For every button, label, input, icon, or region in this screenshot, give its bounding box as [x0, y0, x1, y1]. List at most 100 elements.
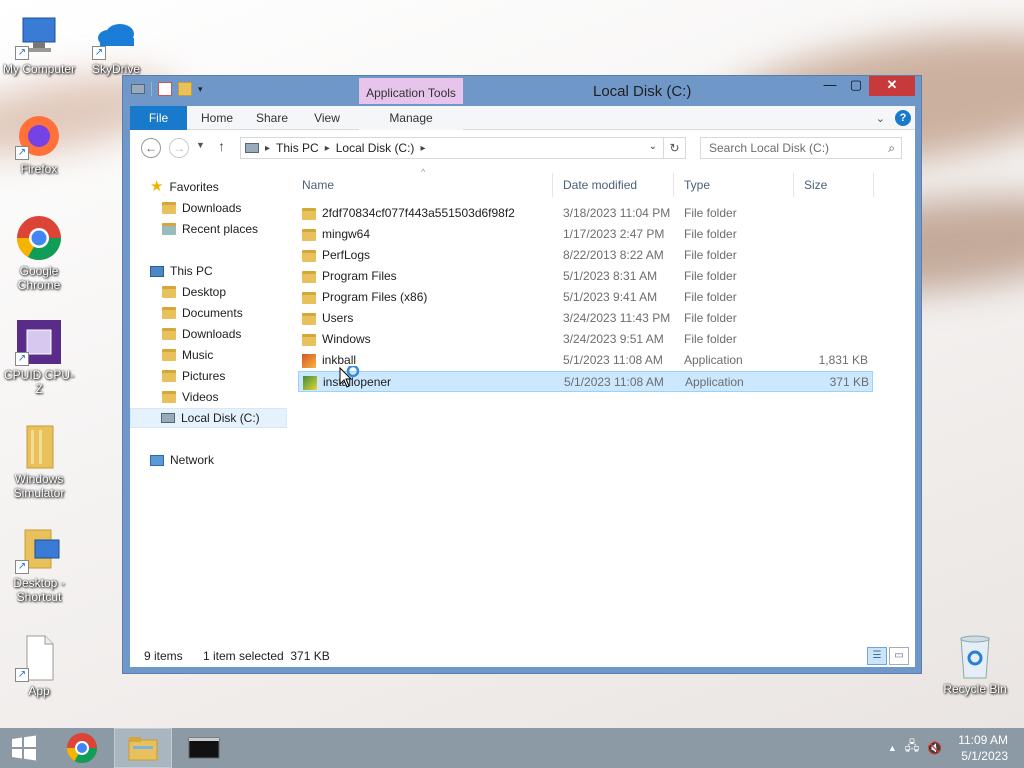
nav-desktop[interactable]: Desktop — [162, 282, 226, 302]
desktop-icon-firefox[interactable]: ↗ Firefox — [1, 112, 77, 176]
search-icon[interactable]: ⌕ — [888, 138, 895, 158]
file-type: File folder — [684, 311, 737, 325]
tab-share[interactable]: Share — [248, 106, 296, 130]
title-bar[interactable]: ▾ Application Tools Local Disk (C:) — ▢ … — [123, 76, 921, 106]
videos-folder-icon — [162, 391, 176, 403]
desktop-icon-label: CPUID CPU-Z — [3, 368, 74, 396]
item-count: 9 items — [144, 649, 183, 663]
desktop-icon-app[interactable]: ↗ App — [1, 634, 77, 698]
tab-home[interactable]: Home — [194, 106, 240, 130]
nav-documents[interactable]: Documents — [162, 303, 243, 323]
drive-icon — [245, 143, 259, 153]
recent-places-icon — [162, 223, 176, 235]
file-row[interactable]: Program Files (x86) 5/1/2023 9:41 AM File … — [298, 287, 873, 308]
file-row[interactable]: 2fdf70834cf077f443a551503d6f98f2 3/18/202… — [298, 203, 873, 224]
nav-fav-downloads[interactable]: Downloads — [162, 198, 241, 218]
taskbar-file-explorer[interactable] — [114, 728, 172, 768]
file-name-cell: Windows — [302, 329, 371, 350]
column-header-type[interactable]: Type — [684, 173, 710, 197]
desktop-icon-my-computer[interactable]: ↗ My Computer — [1, 12, 77, 76]
folder-icon: ↗ — [15, 526, 63, 574]
back-button[interactable]: ← — [141, 138, 161, 158]
recycle-bin-icon — [951, 632, 999, 680]
taskbar-terminal[interactable] — [175, 728, 233, 768]
folder-icon — [302, 291, 316, 304]
refresh-button[interactable]: ↻ — [664, 137, 686, 159]
desktop-icon-desktop-shortcut[interactable]: ↗ Desktop - Shortcut — [1, 526, 77, 604]
forward-button[interactable]: → — [169, 138, 189, 158]
nav-pictures[interactable]: Pictures — [162, 366, 225, 386]
address-bar[interactable]: ▸ This PC ▸ Local Disk (C:) ▸ ⌄ — [240, 137, 664, 159]
address-dropdown-icon[interactable]: ⌄ — [649, 141, 657, 152]
file-row[interactable]: installopener 5/1/2023 11:08 AM Applicatio… — [298, 371, 873, 392]
breadcrumb-this-pc[interactable]: This PC — [276, 141, 319, 155]
file-name: mingw64 — [322, 227, 371, 241]
search-input[interactable]: Search Local Disk (C:) ⌕ — [700, 137, 902, 159]
file-row[interactable]: Program Files 5/1/2023 8:31 AM File folder — [298, 266, 873, 287]
nav-local-disk[interactable]: Local Disk (C:) — [130, 408, 287, 428]
nav-this-pc[interactable]: This PC — [150, 261, 213, 281]
file-name: Users — [322, 311, 354, 325]
recent-locations-chevron-icon[interactable]: ▼ — [196, 140, 205, 150]
tab-view[interactable]: View — [306, 106, 348, 130]
desktop-icon-recycle-bin[interactable]: Recycle Bin — [937, 632, 1013, 696]
nav-label: Downloads — [182, 201, 242, 215]
column-header-date[interactable]: Date modified — [563, 173, 637, 197]
desktop-icon-label: App — [28, 684, 50, 698]
desktop-icon-label: Windows Simulator — [13, 472, 65, 500]
up-button[interactable]: ↑ — [218, 138, 225, 154]
file-date: 3/18/2023 11:04 PM — [563, 206, 671, 220]
firefox-icon: ↗ — [15, 112, 63, 160]
desktop-icon-cpuz[interactable]: ↗ CPUID CPU-Z — [1, 318, 77, 396]
large-icons-view-button[interactable]: ▭ — [889, 647, 909, 665]
nav-music[interactable]: Music — [162, 345, 213, 365]
file-row[interactable]: inkball 5/1/2023 11:08 AM Application 1,831… — [298, 350, 873, 371]
nav-label: Music — [182, 348, 214, 362]
maximize-button[interactable]: ▢ — [843, 76, 869, 96]
file-name: 2fdf70834cf077f443a551503d6f98f2 — [322, 206, 515, 220]
desktop-icon-chrome[interactable]: Google Chrome — [1, 214, 77, 292]
minimize-button[interactable]: — — [817, 76, 843, 96]
file-row[interactable]: PerfLogs 8/22/2013 8:22 AM File folder — [298, 245, 873, 266]
start-button[interactable] — [0, 728, 48, 768]
nav-network[interactable]: Network — [150, 450, 214, 470]
speaker-muted-icon[interactable]: 🔇 — [927, 741, 942, 755]
show-hidden-icons-icon[interactable]: ▲ — [888, 743, 897, 753]
desktop-icon-skydrive[interactable]: ↗ SkyDrive — [78, 12, 154, 76]
tab-file[interactable]: File — [130, 106, 187, 130]
folder-icon — [302, 312, 316, 325]
column-divider[interactable] — [673, 173, 674, 197]
help-icon[interactable]: ? — [895, 110, 911, 126]
nav-recent-places[interactable]: Recent places — [162, 219, 258, 239]
navigation-bar: ← → ▼ ↑ ▸ This PC ▸ Local Disk (C:) ▸ ⌄ … — [130, 130, 915, 167]
close-button[interactable]: ✕ — [869, 76, 915, 96]
network-status-icon[interactable]: 🖧 — [905, 737, 920, 759]
drive-icon — [131, 84, 145, 94]
file-name: Windows — [322, 332, 371, 346]
details-view-button[interactable]: ☰ — [867, 647, 887, 665]
taskbar-chrome[interactable] — [53, 728, 111, 768]
chevron-down-icon[interactable]: ▾ — [198, 82, 208, 96]
column-divider[interactable] — [873, 173, 874, 197]
desktop-icon-windows-simulator[interactable]: Windows Simulator — [1, 422, 77, 500]
nav-videos[interactable]: Videos — [162, 387, 218, 407]
nav-favorites[interactable]: ★ Favorites — [150, 177, 219, 197]
column-divider[interactable] — [552, 173, 553, 197]
terminal-icon — [188, 737, 220, 759]
file-row[interactable]: mingw64 1/17/2023 2:47 PM File folder — [298, 224, 873, 245]
file-name-cell: mingw64 — [302, 224, 370, 245]
tab-manage[interactable]: Manage — [359, 106, 463, 130]
new-folder-icon[interactable] — [178, 82, 192, 96]
properties-icon[interactable] — [158, 82, 172, 96]
system-tray: ▲ 🖧 🔇 11:09 AM 5/1/2023 — [888, 728, 1024, 768]
file-row[interactable]: Users 3/24/2023 11:43 PM File folder — [298, 308, 873, 329]
breadcrumb-local-disk[interactable]: Local Disk (C:) — [336, 141, 415, 155]
column-header-name[interactable]: Name — [302, 173, 334, 197]
folder-icon — [302, 333, 316, 346]
column-header-size[interactable]: Size — [804, 173, 827, 197]
file-row[interactable]: Windows 3/24/2023 9:51 AM File folder — [298, 329, 873, 350]
expand-ribbon-chevron-icon[interactable]: ⌄ — [876, 112, 885, 125]
clock[interactable]: 11:09 AM 5/1/2023 — [950, 732, 1008, 764]
nav-downloads[interactable]: Downloads — [162, 324, 241, 344]
column-divider[interactable] — [793, 173, 794, 197]
